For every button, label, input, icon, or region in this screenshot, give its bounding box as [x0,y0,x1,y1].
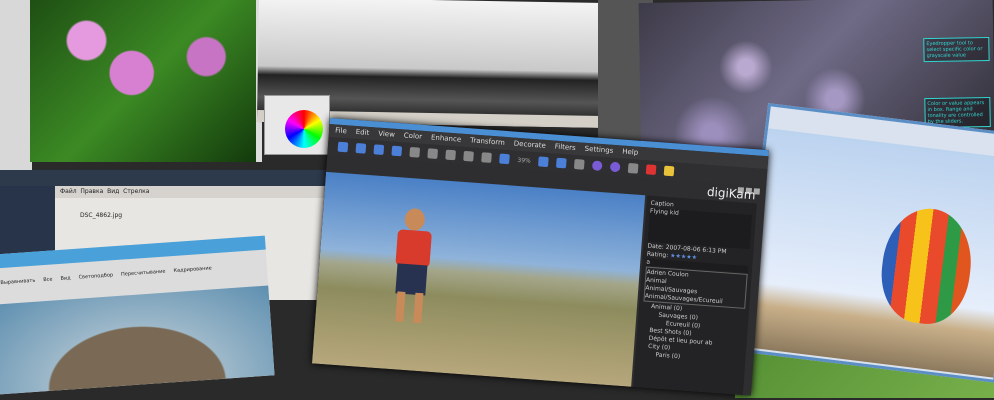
tool-button[interactable]: Пересчитывание [121,269,166,278]
edit-icon[interactable] [427,148,439,159]
tool-button[interactable]: Кадрирование [173,265,212,274]
balloon-photo-window [737,103,994,383]
menu-file[interactable]: File [335,126,347,136]
print-icon[interactable] [481,152,492,163]
tool-button[interactable]: Все [43,276,53,283]
zoom-icon[interactable] [499,153,510,165]
redo-icon[interactable] [463,150,474,162]
rotate-right-icon[interactable] [610,161,621,173]
tag-suggestions: Adrien Coulon Animal Animal/Sauvages Ani… [643,266,748,309]
menu-item[interactable]: Файл [60,188,77,195]
annotation: Eyedropper tool to select specific color… [923,36,990,63]
zoom-level[interactable]: 39% [517,156,531,164]
tool-button[interactable]: Выравнивать [0,278,35,286]
image-editor-window: Image Editor - Flying Kid - digiKam File… [311,118,769,396]
photo-canvas [311,171,646,387]
menu-edit[interactable]: Edit [355,128,369,138]
save-icon[interactable] [409,146,421,158]
first-icon[interactable] [337,141,349,153]
color-picker-dialog [264,95,330,155]
tool-button[interactable]: Светоподбор [78,272,113,280]
last-icon[interactable] [391,145,403,157]
zoom-out-icon[interactable] [556,157,568,169]
menu-filters[interactable]: Filters [554,143,576,154]
menu-color[interactable]: Color [403,131,423,141]
color-wheel[interactable] [285,110,323,148]
crop-icon[interactable] [628,163,639,174]
rotate-left-icon[interactable] [592,160,603,172]
tool-button[interactable]: Вид [60,275,71,282]
back-icon[interactable] [355,142,367,154]
panorama-window: Алгоритм ускорения предпросмотра панорам… [0,235,275,395]
menu-view[interactable]: View [378,130,395,140]
date-label: Date: [647,242,665,251]
menu-enhance[interactable]: Enhance [431,133,462,144]
hot-air-balloon [875,203,978,329]
menu-item[interactable]: Правка [80,188,103,195]
caption-sidebar: Caption Flying kid Date: 2007-08-06 6:13… [633,195,757,395]
tag-tree: Animal (0) Sauvages (0) Ecureuil (0) Bes… [639,302,745,364]
lotus-photo [30,0,262,162]
menu-help[interactable]: Help [622,148,639,158]
menu-transform[interactable]: Transform [470,136,505,148]
menu-item[interactable]: Вид [107,188,119,195]
undo-icon[interactable] [445,149,456,161]
menu-item[interactable]: Стрелка [123,188,149,195]
slideshow-icon[interactable] [664,165,675,177]
balloon-photo [741,128,994,378]
zoom-in-icon[interactable] [538,156,550,168]
fit-icon[interactable] [574,159,585,170]
forward-icon[interactable] [373,144,385,156]
panorama-preview [0,285,275,395]
settings-sidebar [0,0,32,170]
red-eye-icon[interactable] [646,164,657,176]
menu-settings[interactable]: Settings [584,145,613,156]
menu-decorate[interactable]: Decorate [513,140,547,151]
